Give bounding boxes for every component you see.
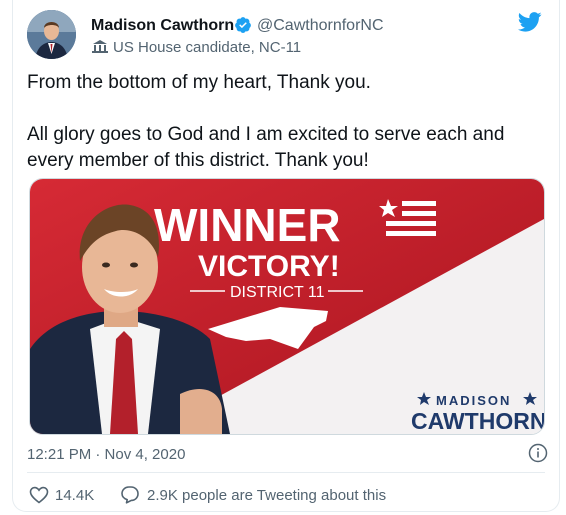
like-count[interactable]: 14.4K (55, 487, 94, 504)
author-bio: US House candidate, NC-11 (113, 39, 302, 56)
info-icon[interactable] (528, 443, 548, 463)
brand-first-name: MADISON (436, 393, 511, 408)
banner-subhead: VICTORY! (198, 250, 340, 283)
speech-bubble-icon[interactable] (120, 485, 140, 504)
tweet-card: Madison Cawthorn @CawthornforNC US House… (12, 0, 560, 512)
brand-last-name: CAWTHORN (411, 408, 544, 434)
divider (27, 472, 545, 473)
tweet-line: From the bottom of my heart, Thank you. (27, 72, 371, 93)
verified-badge-icon (235, 17, 251, 33)
heart-icon[interactable] (29, 486, 49, 504)
building-icon (92, 40, 108, 53)
author-name[interactable]: Madison Cawthorn (91, 17, 234, 35)
banner-headline: WINNER (154, 199, 341, 251)
tweet-timestamp[interactable]: 12:21 PM · Nov 4, 2020 (27, 446, 185, 463)
tweet-line: All glory goes to God and I am excited t… (27, 124, 505, 171)
twitter-bird-icon[interactable] (518, 12, 542, 32)
tweeting-about-link[interactable]: 2.9K people are Tweeting about this (147, 487, 386, 504)
avatar[interactable] (27, 10, 76, 59)
tweet-text: From the bottom of my heart, Thank you. … (27, 70, 547, 174)
author-handle[interactable]: @CawthornforNC (257, 17, 384, 35)
tweet-media-image[interactable]: WINNER VICTORY! DISTRICT 11 MADISON CAWT… (29, 178, 545, 435)
banner-district: DISTRICT 11 (230, 284, 325, 301)
